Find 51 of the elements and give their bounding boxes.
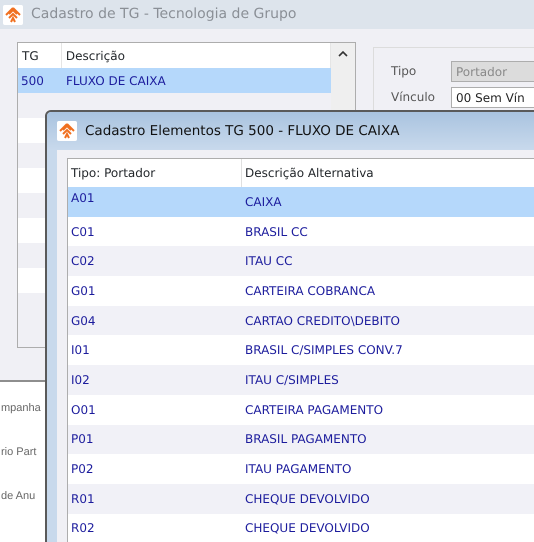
table-cell-text: G04 [70, 312, 97, 330]
table-cell-text: CARTAO CREDITO\DEBITO [244, 312, 400, 330]
table-cell-text: I02 [70, 372, 91, 389]
dialog-title: Cadastro Elementos TG 500 - FLUXO DE CAIXA [85, 122, 400, 141]
table-cell-text: CHEQUE DEVOLVIDO [244, 490, 370, 508]
grid-row[interactable]: C01 BRASIL CC [68, 216, 534, 246]
table-cell-text: 500 [20, 72, 45, 90]
input-field[interactable]: 00 Sem Vín [451, 86, 534, 108]
grid-row[interactable]: P01 BRASIL PAGAMENTO [68, 424, 534, 454]
grid-row[interactable]: G01 CARTEIRA COBRANCA [68, 276, 534, 306]
grid-row[interactable]: R02 CHEQUE DEVOLVIDO [68, 514, 534, 542]
grid-row[interactable]: A01 CAIXA [68, 187, 534, 217]
grid-row[interactable]: G04 CARTAO CREDITO\DEBITO [68, 306, 534, 336]
table-cell-text: A01 [70, 190, 96, 207]
grid-row[interactable]: I02 ITAU C/SIMPLES [68, 365, 534, 395]
table-cell-text: ITAU C/SIMPLES [244, 372, 339, 389]
table-cell-text: CARTEIRA COBRANCA [244, 282, 376, 300]
table-cell-text: C01 [70, 224, 96, 241]
input-field: Portador [451, 60, 534, 82]
scroll-up-icon[interactable] [338, 50, 348, 57]
list-row[interactable]: 500 FLUXO DE CAIXA [18, 68, 331, 93]
table-cell-text: CAIXA [244, 194, 282, 211]
table-cell-text: ITAU PAGAMENTO [244, 461, 352, 478]
field-label: Vínculo [390, 89, 436, 106]
grid-row[interactable]: O01 CARTEIRA PAGAMENTO [68, 394, 534, 424]
field-label: mpanha [1, 401, 41, 416]
table-cell-text: P02 [70, 461, 95, 478]
field-label: rio Part [1, 445, 36, 460]
table-cell-text: CHEQUE DEVOLVIDO [244, 520, 370, 538]
grid-row[interactable]: R01 CHEQUE DEVOLVIDO [68, 484, 534, 514]
window-title: Cadastro de TG - Tecnologia de Grupo [31, 5, 296, 24]
table-cell-text: R02 [70, 520, 96, 538]
table-cell-text: R01 [70, 490, 96, 508]
table-cell-text: P01 [70, 431, 95, 448]
app-icon [57, 121, 77, 141]
field-label: de Anu [1, 489, 36, 504]
grid-row[interactable]: I01 BRASIL C/SIMPLES CONV.7 [68, 335, 534, 366]
table-cell-text: ITAU CC [244, 253, 293, 270]
table-cell-text: C02 [70, 253, 96, 270]
table-cell-text: BRASIL PAGAMENTO [244, 431, 367, 448]
app-icon [3, 4, 23, 24]
table-cell-text: CARTEIRA PAGAMENTO [244, 402, 384, 419]
table-cell-text: G01 [70, 282, 97, 300]
grid-row[interactable]: C02 ITAU CC [68, 246, 534, 276]
table-cell-text: FLUXO DE CAIXA [66, 72, 166, 90]
table-cell-text: BRASIL C/SIMPLES CONV.7 [244, 342, 403, 360]
table-cell-text: O01 [70, 402, 97, 419]
field-label: Tipo [390, 63, 418, 80]
grid-row[interactable]: P02 ITAU PAGAMENTO [68, 454, 534, 484]
table-cell-text: I01 [70, 342, 91, 360]
table-cell-text: BRASIL CC [244, 224, 308, 241]
